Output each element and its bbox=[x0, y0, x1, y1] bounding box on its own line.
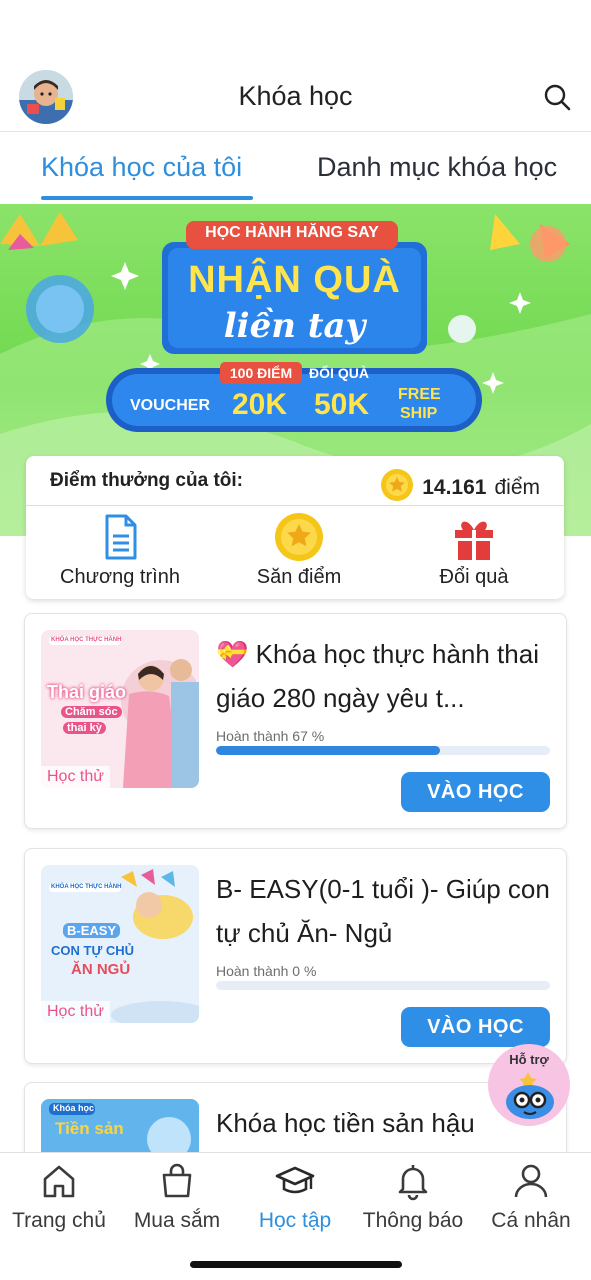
redeem-gift-action[interactable]: Đổi quà bbox=[384, 512, 564, 596]
tab-course-catalog[interactable]: Danh mục khóa học bbox=[317, 152, 557, 183]
nav-label: Học tập bbox=[258, 1209, 332, 1232]
course-title: 💝 Khóa học thực hành thai giáo 280 ngày … bbox=[216, 639, 539, 713]
earn-points-label: Săn điểm bbox=[256, 566, 342, 588]
nav-item-learning[interactable]: Học tập bbox=[236, 1161, 354, 1233]
trial-label: Học thử bbox=[41, 1001, 110, 1023]
course-thumbnail: KHÓA HỌC THỰC HÀNH Thai giáo Chăm sóc th… bbox=[41, 630, 199, 788]
course-card[interactable]: KHÓA HỌC THỰC HÀNH Thai giáo Chăm sóc th… bbox=[24, 613, 567, 829]
thumb-badge: KHÓA HỌC THỰC HÀNH bbox=[51, 637, 122, 643]
nav-item-notifications[interactable]: Thông báo bbox=[354, 1161, 472, 1233]
program-label: Chương trình bbox=[60, 566, 180, 588]
support-mascot-icon bbox=[502, 1068, 560, 1125]
support-label: Hỗ trợ bbox=[509, 1052, 549, 1067]
nav-item-home[interactable]: Trang chủ bbox=[0, 1161, 118, 1233]
trial-label: Học thử bbox=[41, 766, 110, 788]
reward-points-label: Điểm thưởng của tôi: bbox=[50, 470, 243, 491]
support-button[interactable]: Hỗ trợ bbox=[488, 1044, 570, 1126]
progress-fill bbox=[216, 746, 440, 755]
banner-headline: NHẬN QUÀ bbox=[188, 259, 401, 301]
progress-label: Hoàn thành 0 % bbox=[216, 963, 317, 979]
thumb-line2: Chăm sóc bbox=[61, 706, 122, 718]
home-indicator bbox=[190, 1261, 402, 1268]
progress-label: Hoàn thành 67 % bbox=[216, 728, 325, 744]
banner-points-tag: 100 ĐIỂM bbox=[229, 365, 293, 381]
course-title: B- EASY(0-1 tuổi )- Giúp con tự chủ Ăn- … bbox=[216, 874, 550, 948]
thumb-line1: B-EASY bbox=[63, 923, 121, 938]
tab-my-courses[interactable]: Khóa học của tôi bbox=[41, 152, 242, 183]
reward-points-unit: điểm bbox=[494, 476, 540, 499]
home-icon bbox=[39, 1161, 79, 1201]
reward-points-value: 14.161 điểm bbox=[380, 468, 540, 508]
page-title: Khóa học bbox=[238, 81, 353, 111]
nav-item-shopping[interactable]: Mua sắm bbox=[118, 1161, 236, 1233]
shopping-bag-icon bbox=[157, 1161, 197, 1201]
redeem-gift-label: Đổi quà bbox=[439, 566, 509, 588]
reward-points-number: 14.161 bbox=[422, 476, 487, 499]
enter-course-button[interactable]: VÀO HỌC bbox=[401, 772, 550, 812]
bell-icon bbox=[393, 1161, 433, 1201]
thumb-badge: Khóa học bbox=[53, 1103, 95, 1113]
gift-icon bbox=[449, 512, 499, 562]
earn-points-action[interactable]: Săn điểm bbox=[209, 512, 389, 596]
nav-label: Cá nhân bbox=[491, 1209, 571, 1232]
course-card[interactable]: KHÓA HỌC THỰC HÀNH B-EASY CON TỰ CHỦ ĂN … bbox=[24, 848, 567, 1064]
nav-item-profile[interactable]: Cá nhân bbox=[472, 1161, 590, 1233]
nav-label: Thông báo bbox=[362, 1209, 464, 1232]
star-coin-icon bbox=[274, 512, 324, 562]
course-tabs: Khóa học của tôi Danh mục khóa học bbox=[0, 132, 591, 204]
banner-subheadline: liền tay bbox=[223, 306, 366, 346]
banner-free-ship: FREE bbox=[398, 386, 441, 403]
thumb-line1: Tiền sản bbox=[55, 1119, 124, 1138]
banner-voucher: VOUCHER bbox=[130, 397, 211, 414]
coin-icon bbox=[380, 468, 414, 508]
thumb-line1: Thai giáo bbox=[47, 682, 127, 702]
program-action[interactable]: Chương trình bbox=[30, 512, 210, 596]
nav-label: Trang chủ bbox=[12, 1209, 106, 1232]
nav-label: Mua sắm bbox=[133, 1209, 221, 1232]
banner-tagline: HỌC HÀNH HĂNG SAY bbox=[205, 224, 379, 241]
app-header: Khóa học bbox=[0, 62, 591, 132]
user-icon bbox=[511, 1161, 551, 1201]
banner-redeem-tag: ĐỔI QUÀ bbox=[309, 365, 369, 381]
search-icon[interactable] bbox=[543, 83, 571, 111]
thumb-line2: CON TỰ CHỦ bbox=[51, 943, 135, 958]
avatar[interactable] bbox=[19, 70, 73, 124]
enter-course-button[interactable]: VÀO HỌC bbox=[401, 1007, 550, 1047]
progress-bar bbox=[216, 746, 550, 755]
divider bbox=[26, 505, 564, 506]
banner-free-ship-2: SHIP bbox=[400, 405, 438, 422]
reward-points-card: Điểm thưởng của tôi: 14.161 điểm Chương … bbox=[26, 456, 564, 599]
tab-active-indicator bbox=[41, 196, 253, 200]
graduation-cap-icon bbox=[275, 1161, 315, 1201]
progress-bar bbox=[216, 981, 550, 990]
thumb-badge: KHÓA HỌC THỰC HÀNH bbox=[51, 884, 122, 890]
thumb-line3: thai kỳ bbox=[63, 722, 106, 734]
bottom-navigation: Trang chủ Mua sắm Học tập Thông báo Cá n… bbox=[0, 1152, 591, 1280]
banner-amount-50k: 50K bbox=[314, 388, 370, 421]
course-thumbnail: KHÓA HỌC THỰC HÀNH B-EASY CON TỰ CHỦ ĂN … bbox=[41, 865, 199, 1023]
banner-amount-20k: 20K bbox=[232, 388, 288, 421]
thumb-line3: ĂN NGỦ bbox=[71, 961, 131, 978]
document-icon bbox=[95, 512, 145, 562]
avatar-image bbox=[19, 70, 73, 124]
